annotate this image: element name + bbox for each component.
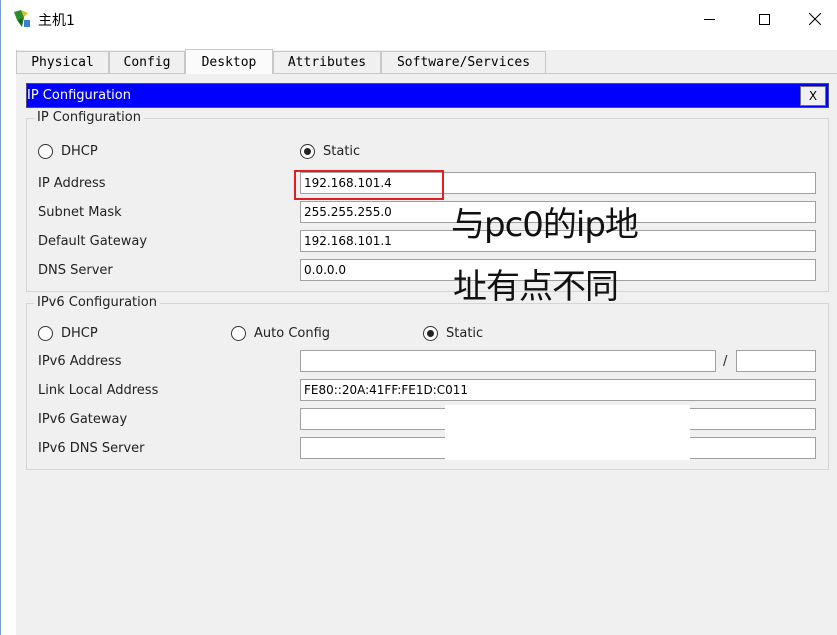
ipv4-static-radio[interactable]: [300, 144, 315, 159]
tab-attributes[interactable]: Attributes: [273, 51, 381, 73]
ip-config-close-button[interactable]: X: [800, 86, 826, 106]
dns-server-label: DNS Server: [38, 263, 113, 278]
device-window: 主机1 Physical Config Desktop Attributes S…: [0, 0, 837, 635]
ip-address-label: IP Address: [38, 176, 106, 191]
ipv6-dhcp-label: DHCP: [61, 326, 98, 341]
subnet-mask-label: Subnet Mask: [38, 205, 122, 220]
ipv6-static-label: Static: [446, 326, 484, 341]
ip-address-highlight-box: [294, 170, 444, 200]
default-gateway-label: Default Gateway: [38, 234, 148, 249]
ipv4-dhcp-label: DHCP: [61, 144, 98, 159]
ipv4-dhcp-radio[interactable]: [38, 144, 53, 159]
maximize-icon: [758, 13, 770, 25]
title-bar[interactable]: 主机1: [1, 0, 837, 38]
maximize-button[interactable]: [741, 0, 787, 38]
close-window-button[interactable]: [792, 0, 837, 38]
tab-software-services[interactable]: Software/Services: [381, 51, 546, 73]
ipv6-address-field[interactable]: [300, 350, 716, 372]
ipv6-auto-config-label: Auto Config: [254, 326, 331, 341]
ipv4-group-title: IP Configuration: [34, 110, 144, 125]
window-title: 主机1: [38, 13, 75, 29]
overlay-patch: [445, 405, 690, 460]
ipv6-auto-config-radio[interactable]: [231, 326, 246, 341]
close-icon: [809, 13, 821, 25]
ipv6-group-title: IPv6 Configuration: [34, 295, 160, 310]
ip-config-header: IP Configuration X: [26, 83, 829, 108]
packet-tracer-icon: [12, 9, 32, 29]
minimize-icon: [703, 18, 715, 20]
tab-desktop[interactable]: Desktop: [185, 49, 273, 74]
tab-physical[interactable]: Physical: [16, 51, 109, 73]
link-local-address-label: Link Local Address: [38, 383, 159, 398]
annotation-line-2: 址有点不同: [453, 267, 619, 307]
ipv6-static-radio[interactable]: [423, 326, 438, 341]
link-local-address-field[interactable]: FE80::20A:41FF:FE1D:C011: [300, 379, 816, 401]
ipv6-prefix-field[interactable]: [736, 350, 816, 372]
ipv6-gateway-label: IPv6 Gateway: [38, 412, 128, 427]
minimize-button[interactable]: [686, 0, 732, 38]
ip-config-header-title: IP Configuration: [27, 88, 131, 103]
annotation-line-1: 与pc0的ip地: [451, 205, 639, 245]
tab-config[interactable]: Config: [109, 51, 185, 73]
ipv6-dhcp-radio[interactable]: [38, 326, 53, 341]
ipv6-dns-server-label: IPv6 DNS Server: [38, 441, 145, 456]
ipv6-address-label: IPv6 Address: [38, 354, 122, 369]
ipv4-static-label: Static: [323, 144, 361, 159]
ipv6-prefix-slash: /: [723, 354, 728, 369]
